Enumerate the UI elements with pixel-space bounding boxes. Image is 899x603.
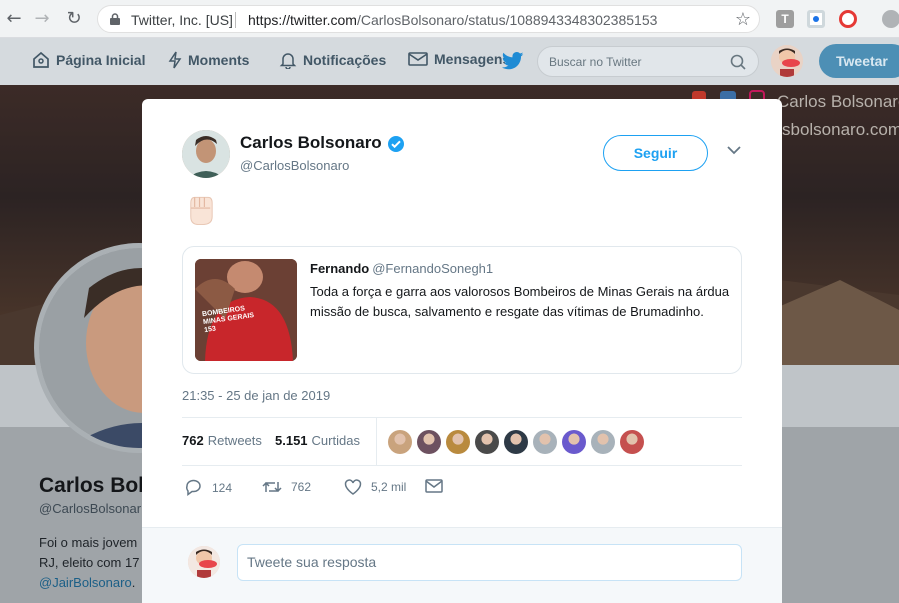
envelope-icon (425, 479, 443, 493)
liker-avatar[interactable] (475, 430, 499, 454)
profile-bio: Foi o mais jovem RJ, eleito com 17 @Jair… (39, 535, 140, 590)
url-path: /CarlosBolsonaro/status/1088943348302385… (356, 12, 658, 28)
retweets-stat[interactable]: 762 Retweets (182, 433, 262, 448)
raised-fist-emoji (190, 196, 213, 226)
retweets-label: Retweets (207, 433, 262, 448)
current-user-avatar (188, 546, 220, 578)
liker-avatar[interactable] (620, 430, 644, 454)
liker-avatar[interactable] (504, 430, 528, 454)
bookmark-star-icon[interactable]: ☆ (735, 9, 751, 30)
author-handle[interactable]: @CarlosBolsonaro (240, 158, 349, 173)
profile-handle: @CarlosBolsonar (39, 501, 142, 516)
extension-red-icon[interactable] (839, 10, 857, 28)
banner-title: Carlos Bolsonaro (777, 92, 899, 111)
nav-home[interactable]: Página Inicial (32, 51, 145, 69)
back-icon[interactable]: ← (4, 9, 24, 29)
reply-icon (186, 479, 201, 496)
reply-action[interactable]: 124 (185, 479, 232, 496)
nav-home-label: Página Inicial (56, 52, 146, 68)
reply-composer: Tweete sua resposta (142, 527, 782, 603)
nav-notifications-label: Notificações (303, 52, 387, 68)
reply-count: 124 (212, 480, 233, 495)
browser-toolbar: ← → ↻ Twitter, Inc. [US] https://twitter… (0, 0, 899, 38)
site-owner: Twitter, Inc. [US] (131, 12, 233, 28)
nav-moments-label: Moments (188, 52, 250, 68)
bio-line-2: RJ, eleito com 17 (39, 555, 140, 570)
author-photo (182, 130, 230, 178)
liker-avatar[interactable] (446, 430, 470, 454)
liker-avatar[interactable] (591, 430, 615, 454)
envelope-icon (408, 52, 428, 66)
extension-circle-icon[interactable] (807, 10, 825, 28)
nav-messages-label: Mensagens (434, 51, 511, 67)
stats-vertical-divider (376, 418, 377, 465)
heart-icon (344, 479, 362, 495)
twitter-topbar: Página Inicial Moments Notificações Mens… (0, 38, 899, 85)
address-bar[interactable]: Twitter, Inc. [US] https://twitter.com/C… (97, 5, 760, 33)
retweets-count: 762 (182, 433, 204, 448)
liker-avatar[interactable] (533, 430, 557, 454)
search-placeholder: Buscar no Twitter (549, 55, 642, 69)
address-separator (235, 12, 236, 28)
nav-messages[interactable]: Mensagens (408, 51, 510, 67)
retweet-icon (262, 481, 282, 493)
profile-icon[interactable] (882, 10, 899, 28)
avatar-caricature-icon (771, 45, 803, 77)
forward-icon[interactable]: → (32, 9, 52, 29)
quoted-author-handle: @FernandoSonegh1 (372, 261, 494, 276)
search-input[interactable]: Buscar no Twitter (537, 46, 759, 77)
tweet-modal: Carlos Bolsonaro @CarlosBolsonaro Seguir… (142, 99, 782, 603)
reply-input[interactable]: Tweete sua resposta (237, 544, 742, 581)
url-text[interactable]: https://twitter.com/CarlosBolsonaro/stat… (248, 12, 657, 28)
bell-icon (279, 53, 297, 69)
nav-notifications[interactable]: Notificações (279, 51, 386, 69)
liker-avatar[interactable] (417, 430, 441, 454)
extension-t-icon[interactable]: T (776, 10, 794, 28)
stats-divider-bottom (182, 465, 742, 466)
liker-avatar[interactable] (562, 430, 586, 454)
stats-divider-top (182, 417, 742, 418)
search-icon[interactable] (730, 54, 746, 70)
like-action[interactable]: 5,2 mil (344, 479, 406, 495)
user-avatar[interactable] (771, 45, 803, 77)
bio-line-1: Foi o mais jovem (39, 535, 138, 550)
author-avatar[interactable] (182, 130, 230, 178)
tweet-timestamp[interactable]: 21:35 - 25 de jan de 2019 (182, 388, 330, 403)
twitter-bird-icon[interactable] (502, 52, 524, 70)
home-icon (33, 51, 49, 68)
retweet-action[interactable]: 762 (262, 479, 311, 495)
like-count: 5,2 mil (371, 480, 407, 494)
url-host: https://twitter.com (248, 12, 357, 28)
likes-label: Curtidas (311, 433, 360, 448)
tweet-actions: 124 762 5,2 mil (182, 479, 742, 499)
quoted-tweet-text: Toda a força e garra aos valorosos Bombe… (310, 284, 730, 319)
bio-mention-link[interactable]: @JairBolsonaro (39, 575, 132, 590)
retweet-count: 762 (291, 480, 312, 494)
follow-button[interactable]: Seguir (603, 135, 708, 171)
quoted-tweet-image[interactable]: BOMBEIROS MINAS GERAIS 153 (195, 259, 297, 361)
reload-icon[interactable]: ↻ (64, 9, 84, 29)
likers-avatars (388, 430, 649, 454)
banner-website: sbolsonaro.com (782, 120, 899, 139)
lightning-icon (168, 51, 182, 69)
direct-message-action[interactable] (425, 479, 443, 493)
avatar-caricature-icon (188, 546, 220, 578)
liker-avatar[interactable] (388, 430, 412, 454)
chevron-down-icon[interactable] (727, 146, 741, 155)
quoted-author: Fernando @FernandoSonegh1 (310, 261, 493, 276)
likes-stat[interactable]: 5.151 Curtidas (275, 433, 360, 448)
profile-name: Carlos Bols (39, 474, 156, 497)
tweet-button[interactable]: Tweetar (819, 44, 899, 78)
nav-moments[interactable]: Moments (168, 51, 249, 69)
quoted-author-name: Fernando (310, 261, 370, 276)
quoted-tweet[interactable]: BOMBEIROS MINAS GERAIS 153 Fernando @Fern… (182, 246, 742, 374)
author-name[interactable]: Carlos Bolsonaro (240, 133, 382, 153)
verified-badge-icon (388, 136, 404, 152)
likes-count: 5.151 (275, 433, 308, 448)
lock-icon (110, 13, 120, 25)
